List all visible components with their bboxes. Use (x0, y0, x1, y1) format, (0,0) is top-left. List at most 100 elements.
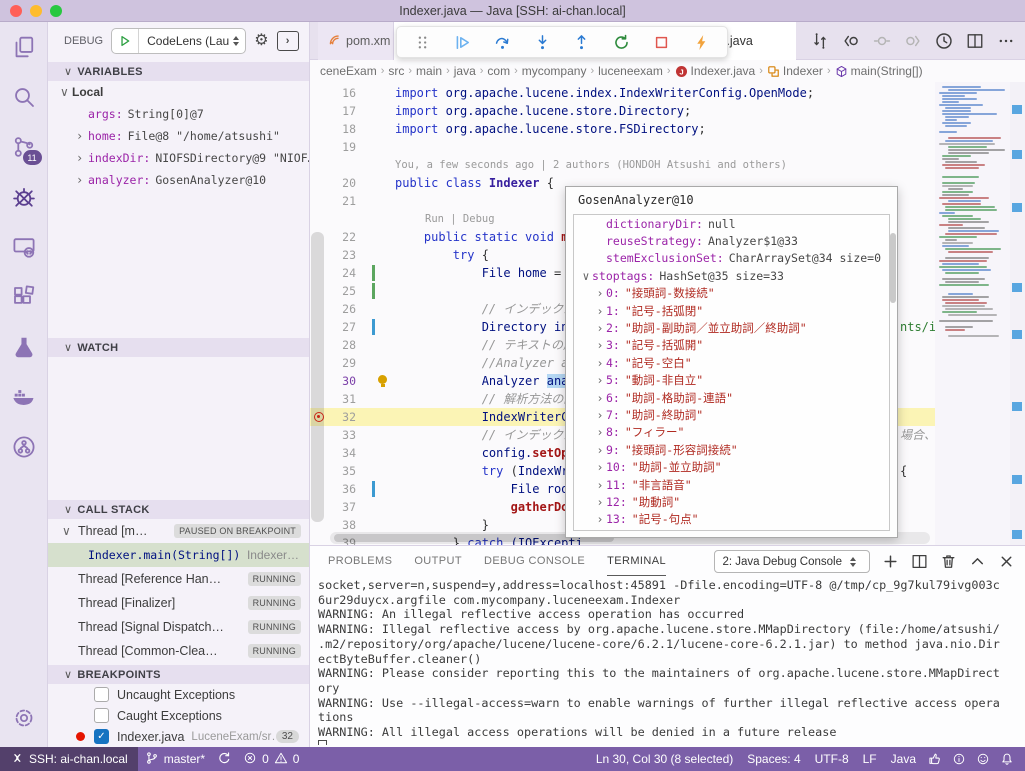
call-stack-row[interactable]: ∨Thread [m…PAUSED ON BREAKPOINT (48, 519, 309, 543)
indentation-indicator[interactable]: Spaces: 4 (740, 747, 807, 771)
tweet-feedback-icon[interactable] (971, 747, 995, 771)
popup-variable-row[interactable]: stemExclusionSet:CharArraySet@34 size=0 (574, 250, 889, 267)
split-terminal-icon[interactable] (911, 553, 928, 570)
start-debug-button[interactable] (112, 29, 139, 53)
debug-settings-gear-icon[interactable]: ⚙ (254, 33, 268, 49)
breakpoint-checkbox[interactable] (94, 708, 109, 723)
popup-scrollbar[interactable] (890, 233, 896, 303)
panel-tab-terminal[interactable]: TERMINAL (607, 546, 666, 576)
breakpoint-checkbox[interactable] (94, 687, 109, 702)
zoom-window-icon[interactable] (50, 5, 62, 17)
call-stack-row[interactable]: Thread [Signal Dispatch…RUNNING (48, 615, 309, 639)
popup-variable-row[interactable]: reuseStrategy:Analyzer$1@33 (574, 232, 889, 249)
panel-tab-output[interactable]: OUTPUT (414, 546, 462, 576)
panel-tab-problems[interactable]: PROBLEMS (328, 546, 392, 576)
call-stack-row[interactable]: Thread [Finalizer]RUNNING (48, 591, 309, 615)
activity-bar-item-search[interactable] (0, 72, 48, 122)
popup-variable-row[interactable]: dictionaryDir:null (574, 215, 889, 232)
breadcrumb-item[interactable]: main(String[]) (835, 64, 923, 78)
popup-variable-row[interactable]: ›8:"フィラー" (574, 424, 889, 441)
popup-variable-row[interactable]: ›12:"助動詞" (574, 493, 889, 510)
git-branch-indicator[interactable]: master* (138, 747, 212, 771)
breakpoint-row[interactable]: ✓Indexer.javaLuceneExam/sr…32 (48, 726, 309, 747)
variable-row-analyzer[interactable]: ›analyzer:GosenAnalyzer@10 (48, 169, 309, 191)
manage-gear-icon[interactable] (0, 693, 48, 743)
synchronize-changes-icon[interactable] (811, 32, 829, 50)
popup-variable-row[interactable]: ∨stoptags:HashSet@35 size=33 (574, 267, 889, 284)
codelens-link[interactable]: You, a few seconds ago | 2 authors (HOND… (395, 156, 787, 174)
kill-terminal-icon[interactable] (940, 553, 957, 570)
variable-row-indexDir[interactable]: ›indexDir:NIOFSDirectory@9 "NIOF…" (48, 147, 309, 169)
close-panel-icon[interactable] (998, 553, 1015, 570)
minimap[interactable] (935, 82, 1010, 545)
sync-changes-indicator[interactable] (212, 747, 236, 771)
cursor-position[interactable]: Ln 30, Col 30 (8 selected) (589, 747, 740, 771)
stop-button[interactable] (651, 32, 671, 52)
popup-variable-row[interactable]: ›10:"助詞-並立助詞" (574, 458, 889, 475)
step-into-button[interactable] (532, 32, 552, 52)
codelens-link[interactable]: Run | Debug (425, 210, 495, 228)
activity-bar-item-explorer[interactable] (0, 22, 48, 72)
step-out-button[interactable] (572, 32, 592, 52)
encoding-indicator[interactable]: UTF-8 (808, 747, 856, 771)
lightbulb-icon[interactable] (378, 375, 387, 384)
maximize-panel-icon[interactable] (969, 553, 986, 570)
activity-bar-item-test-explorer[interactable] (0, 322, 48, 372)
variables-scope-row[interactable]: ∨ Local (48, 81, 309, 103)
remote-indicator[interactable]: SSH: ai-chan.local (0, 747, 138, 771)
variables-section-header[interactable]: ∨ VARIABLES (48, 62, 309, 81)
breadcrumb-item[interactable]: luceneexam (598, 64, 663, 78)
terminal-select[interactable]: 2: Java Debug Console (714, 550, 870, 573)
tab-pom-xml[interactable]: pom.xm (318, 22, 394, 60)
activity-bar-item-project-manager[interactable] (0, 422, 48, 472)
feedback-like-icon[interactable] (923, 747, 947, 771)
popup-variable-row[interactable]: ›2:"助詞-副助詞／並立助詞／終助詞" (574, 319, 889, 336)
activity-bar-item-remote-explorer[interactable] (0, 222, 48, 272)
step-over-button[interactable] (492, 32, 512, 52)
navigate-back-icon[interactable] (842, 32, 860, 50)
debug-config-select[interactable]: CodeLens (Lau (139, 34, 233, 48)
code-line-16[interactable]: 16import org.apache.lucene.index.IndexWr… (310, 84, 935, 102)
window-controls[interactable] (10, 5, 62, 17)
call-stack-row[interactable]: Thread [Common-Clea…RUNNING (48, 639, 309, 663)
popup-variable-row[interactable]: ›3:"記号-括弧開" (574, 337, 889, 354)
language-mode[interactable]: Java (884, 747, 923, 771)
code-line-19[interactable]: 19 (310, 138, 935, 156)
notifications-bell-icon[interactable] (995, 747, 1019, 771)
code-line-18[interactable]: 18import org.apache.lucene.store.FSDirec… (310, 120, 935, 138)
watch-section-header[interactable]: ∨ WATCH (48, 338, 309, 357)
vertical-scrollbar[interactable] (311, 232, 324, 522)
popup-variable-row[interactable]: ›4:"記号-空白" (574, 354, 889, 371)
call-stack-row[interactable]: Indexer.main(String[])Indexer… (48, 543, 309, 567)
popup-variable-row[interactable]: ›7:"助詞-終助詞" (574, 406, 889, 423)
eol-indicator[interactable]: LF (856, 747, 884, 771)
popup-variable-row[interactable]: ›5:"動詞-非自立" (574, 372, 889, 389)
activity-bar-item-source-control[interactable]: 11 (0, 122, 48, 172)
popup-variable-row[interactable]: ›6:"助詞-格助詞-連語" (574, 389, 889, 406)
call-stack-section-header[interactable]: ∨ CALL STACK (48, 500, 309, 519)
code-line-17[interactable]: 17import org.apache.lucene.store.Directo… (310, 102, 935, 120)
close-window-icon[interactable] (10, 5, 22, 17)
breadcrumb-item[interactable]: JIndexer.java (675, 64, 756, 78)
info-icon[interactable] (947, 747, 971, 771)
breadcrumb-item[interactable]: src (388, 64, 404, 78)
run-java-icon[interactable] (935, 32, 953, 50)
popup-variable-row[interactable]: ›11:"非言語音" (574, 476, 889, 493)
popup-variable-row[interactable]: ›1:"記号-括弧閉" (574, 302, 889, 319)
popup-variable-row[interactable]: ›9:"接頭詞-形容詞接続" (574, 441, 889, 458)
breakpoint-checkbox[interactable]: ✓ (94, 729, 109, 744)
breadcrumb-item[interactable]: java (454, 64, 476, 78)
open-debug-console-icon[interactable]: › (277, 31, 299, 51)
continue-button[interactable] (453, 32, 473, 52)
activity-bar-item-run-and-debug[interactable] (0, 172, 48, 222)
activity-bar-item-docker[interactable] (0, 372, 48, 422)
panel-tab-debug-console[interactable]: DEBUG CONSOLE (484, 546, 585, 576)
breadcrumb-item[interactable]: main (416, 64, 442, 78)
breakpoint-row[interactable]: Uncaught Exceptions (48, 684, 309, 705)
breakpoints-section-header[interactable]: ∨ BREAKPOINTS (48, 665, 309, 684)
variable-row-args[interactable]: args:String[0]@7 (48, 103, 309, 125)
restart-button[interactable] (612, 32, 632, 52)
popup-variable-row[interactable]: ›13:"記号-句点" (574, 511, 889, 528)
more-actions-icon[interactable] (997, 32, 1015, 50)
minimize-window-icon[interactable] (30, 5, 42, 17)
